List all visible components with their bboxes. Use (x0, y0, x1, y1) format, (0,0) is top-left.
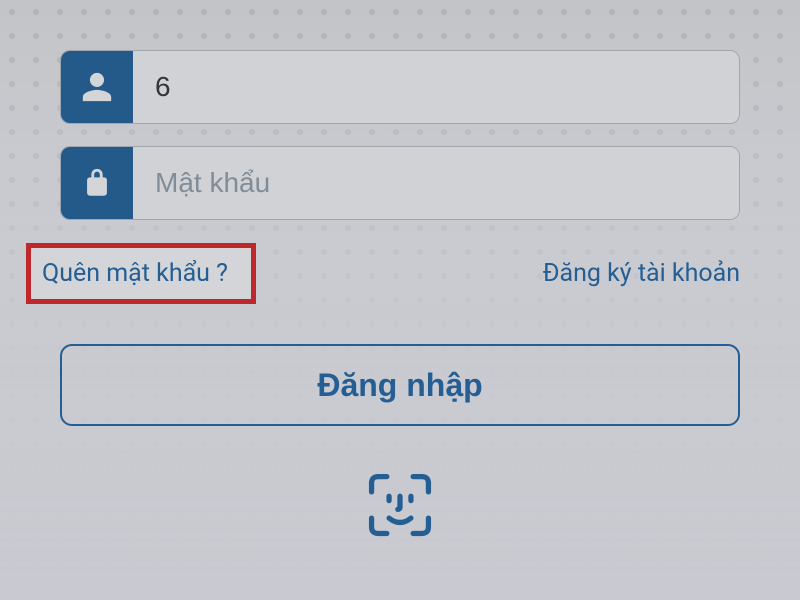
register-link[interactable]: Đăng ký tài khoản (543, 259, 740, 288)
faceid-icon (365, 470, 435, 540)
login-form: Quên mật khẩu ? Đăng ký tài khoản Đăng n… (0, 0, 800, 542)
login-button-label: Đăng nhập (317, 367, 482, 404)
login-screen: Quên mật khẩu ? Đăng ký tài khoản Đăng n… (0, 0, 800, 600)
forgot-password-highlight: Quên mật khẩu ? (30, 247, 252, 300)
login-button[interactable]: Đăng nhập (60, 344, 740, 426)
username-row (60, 50, 740, 124)
faceid-button[interactable] (363, 468, 437, 542)
password-row (60, 146, 740, 220)
faceid-row (60, 468, 740, 542)
user-icon (61, 51, 133, 123)
username-input[interactable] (133, 51, 739, 123)
password-input[interactable] (133, 147, 739, 219)
lock-icon (61, 147, 133, 219)
forgot-password-link[interactable]: Quên mật khẩu ? (42, 259, 228, 288)
links-row: Quên mật khẩu ? Đăng ký tài khoản (60, 242, 740, 304)
